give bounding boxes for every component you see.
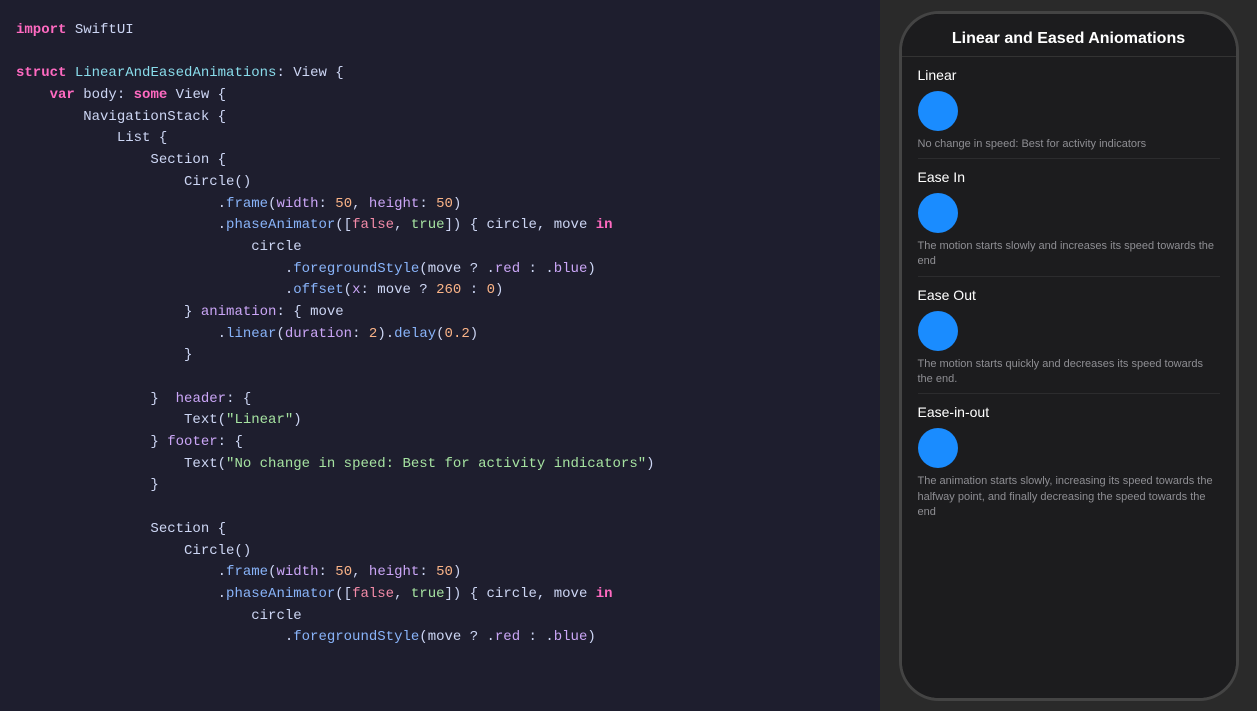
code-line: } header: { — [16, 389, 864, 411]
code-line: .frame(width: 50, height: 50) — [16, 194, 864, 216]
code-line: var body: some View { — [16, 85, 864, 107]
code-line: .foregroundStyle(move ? .red : .blue) — [16, 259, 864, 281]
code-line: circle — [16, 606, 864, 628]
code-line: .phaseAnimator([false, true]) { circle, … — [16, 215, 864, 237]
code-line: .phaseAnimator([false, true]) { circle, … — [16, 584, 864, 606]
code-line: Text("No change in speed: Best for activ… — [16, 454, 864, 476]
code-line: circle — [16, 237, 864, 259]
section-description: The motion starts slowly and increases i… — [918, 239, 1220, 270]
circle-dot — [918, 91, 958, 131]
code-line: struct LinearAndEasedAnimations: View { — [16, 63, 864, 85]
section-description: The animation starts slowly, increasing … — [918, 474, 1220, 520]
code-line: Circle() — [16, 172, 864, 194]
code-line: NavigationStack { — [16, 107, 864, 129]
code-line: } — [16, 345, 864, 367]
code-line — [16, 42, 864, 64]
code-editor: import SwiftUI struct LinearAndEasedAnim… — [0, 0, 880, 711]
list-container: Linear No change in speed: Best for activ… — [902, 57, 1236, 698]
section-label: Ease In — [918, 169, 1220, 185]
code-line: Section { — [16, 519, 864, 541]
section-label: Linear — [918, 67, 1220, 83]
code-line: .foregroundStyle(move ? .red : .blue) — [16, 627, 864, 649]
code-line: Circle() — [16, 541, 864, 563]
circle-dot — [918, 311, 958, 351]
code-line: Section { — [16, 150, 864, 172]
code-line: .offset(x: move ? 260 : 0) — [16, 280, 864, 302]
code-line: .linear(duration: 2).delay(0.2) — [16, 324, 864, 346]
code-line: } — [16, 475, 864, 497]
code-line: } footer: { — [16, 432, 864, 454]
code-line — [16, 367, 864, 389]
phone-screen: Linear and Eased Aniomations Linear No ch… — [902, 14, 1236, 698]
code-line: List { — [16, 128, 864, 150]
list-item: Ease In The motion starts slowly and incr… — [918, 159, 1220, 277]
circle-dot — [918, 428, 958, 468]
circle-dot — [918, 193, 958, 233]
code-line: Text("Linear") — [16, 410, 864, 432]
code-line: import SwiftUI — [16, 20, 864, 42]
code-line: .frame(width: 50, height: 50) — [16, 562, 864, 584]
list-item: Linear No change in speed: Best for activ… — [918, 57, 1220, 159]
code-line: } animation: { move — [16, 302, 864, 324]
section-label: Ease-in-out — [918, 404, 1220, 420]
code-line — [16, 497, 864, 519]
phone-frame: Linear and Eased Aniomations Linear No ch… — [899, 11, 1239, 701]
list-item: Ease Out The motion starts quickly and de… — [918, 277, 1220, 395]
section-description: The motion starts quickly and decreases … — [918, 357, 1220, 388]
phone-panel: Linear and Eased Aniomations Linear No ch… — [880, 0, 1257, 711]
section-description: No change in speed: Best for activity in… — [918, 137, 1220, 152]
nav-title: Linear and Eased Aniomations — [902, 14, 1236, 57]
section-label: Ease Out — [918, 287, 1220, 303]
list-item: Ease-in-out The animation starts slowly, … — [918, 394, 1220, 526]
